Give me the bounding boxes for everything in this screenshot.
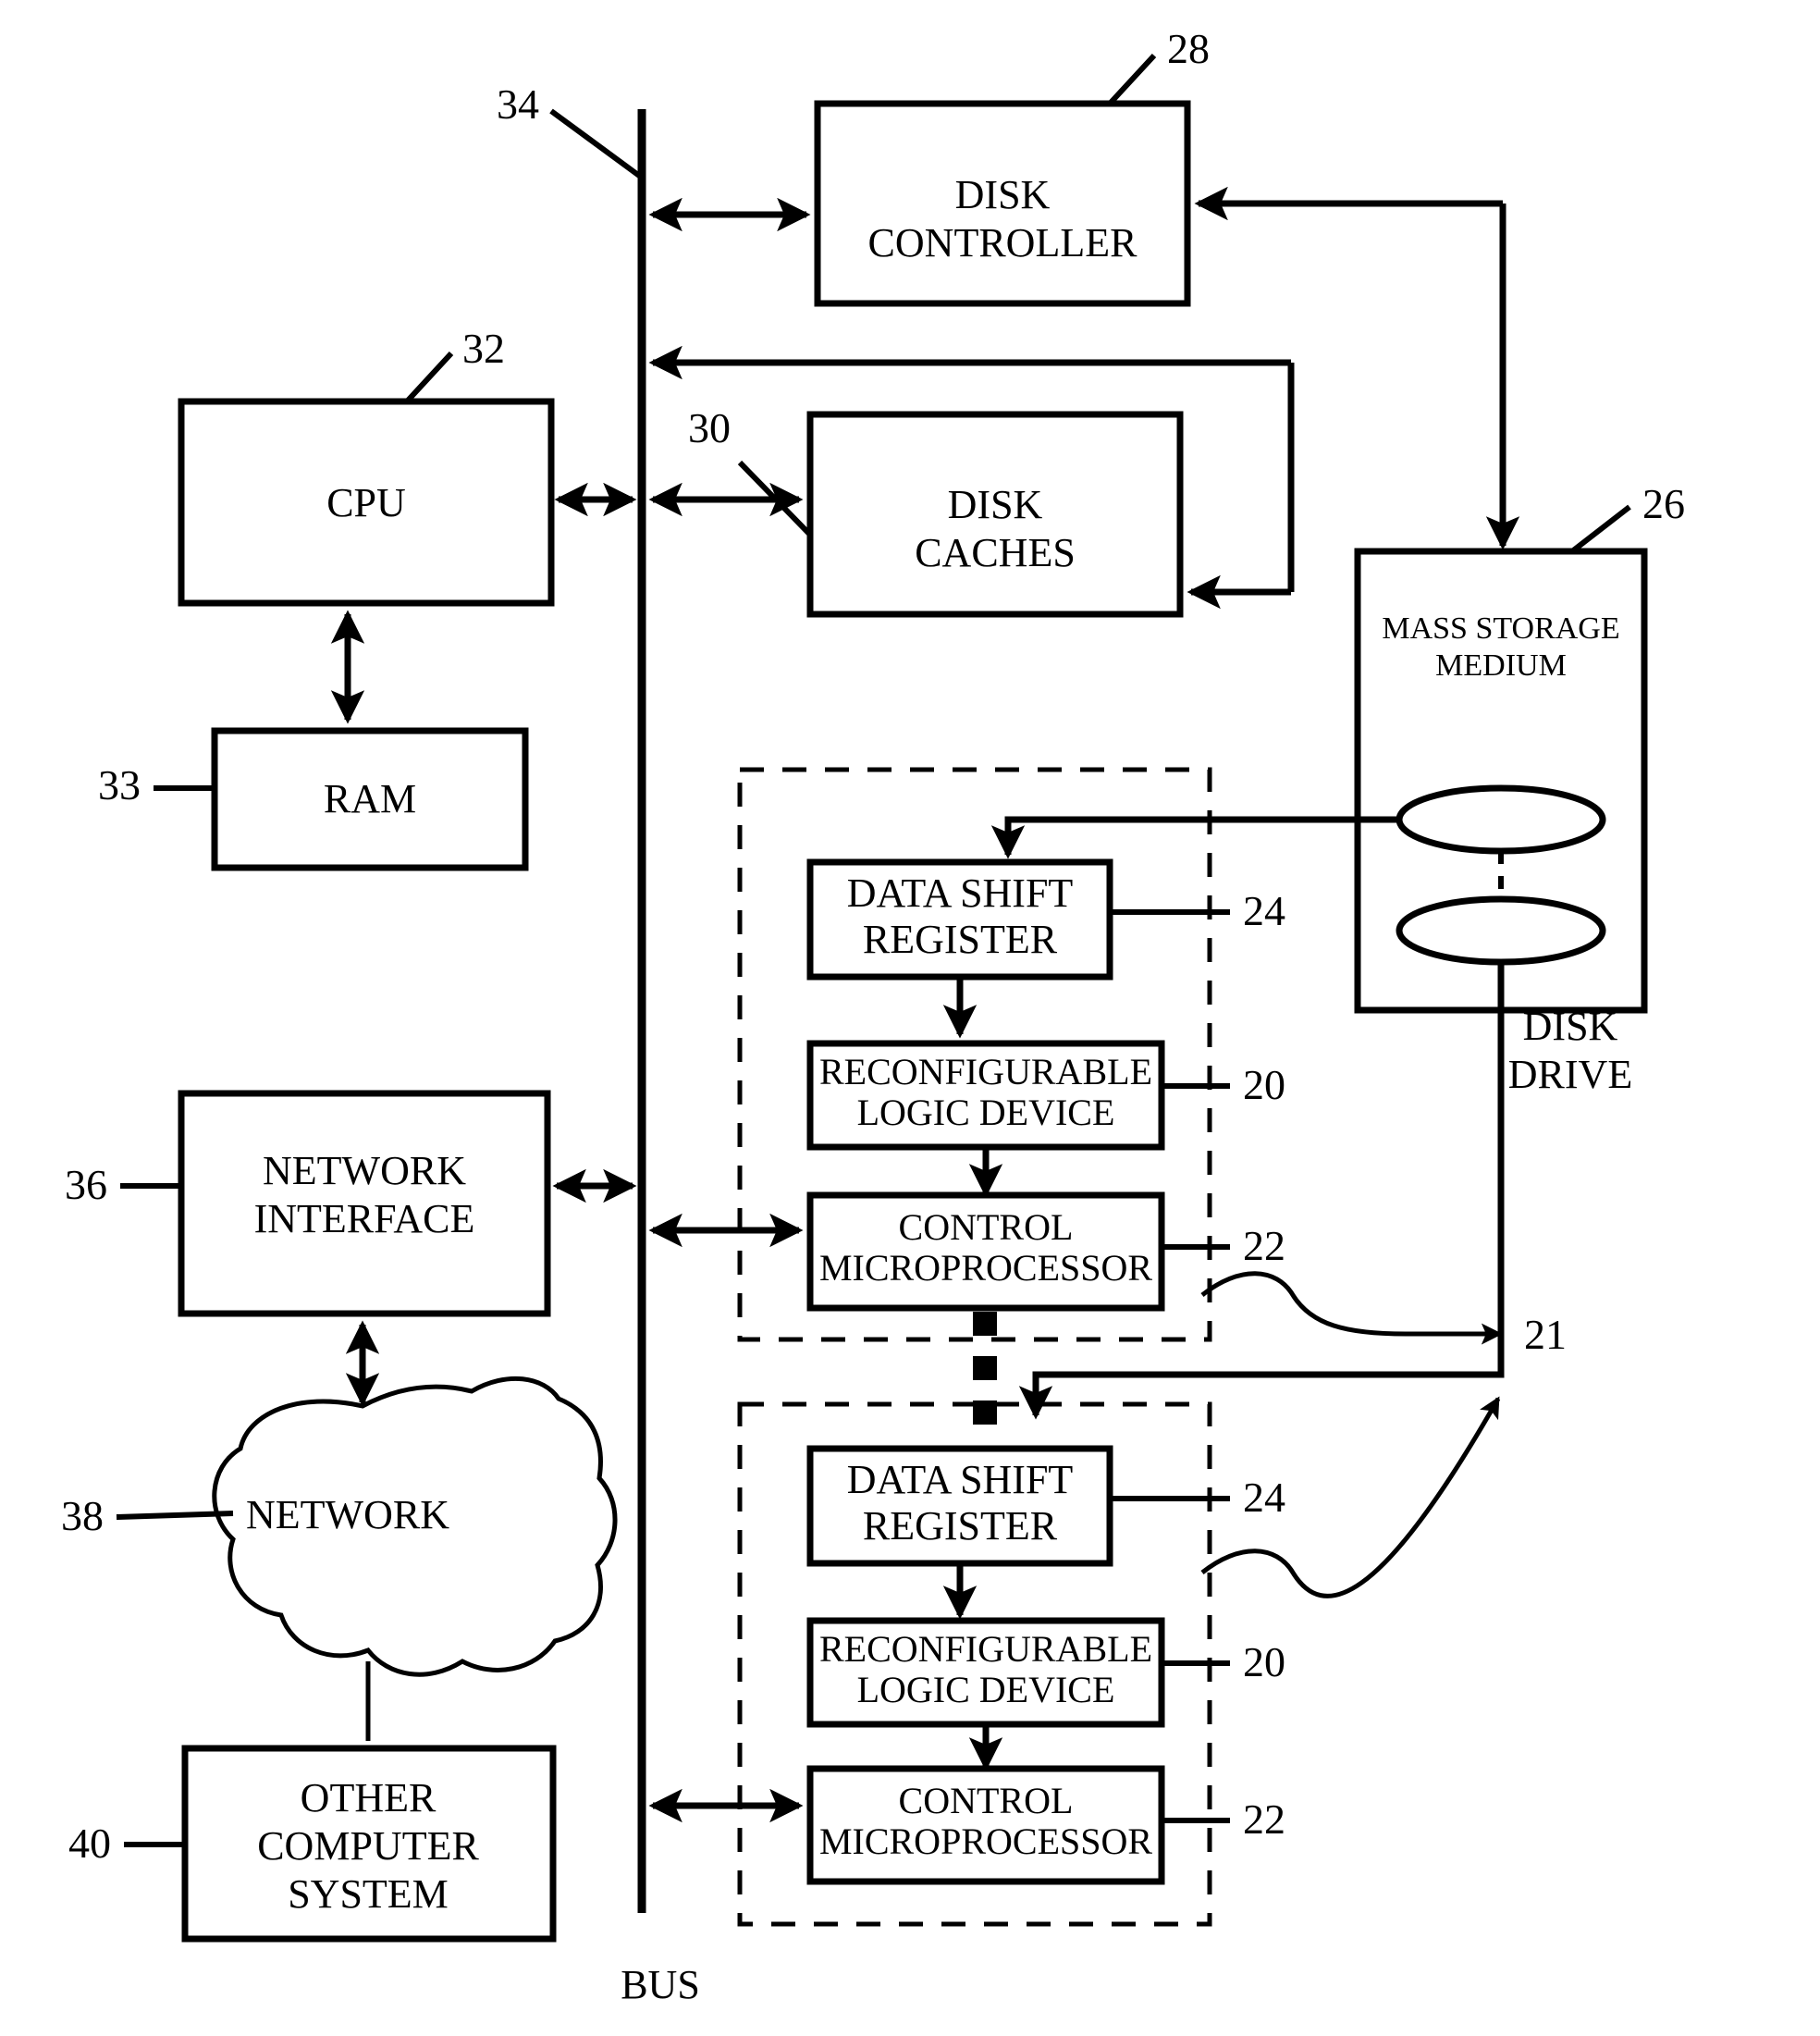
ram-label: RAM: [324, 776, 416, 821]
ref-32: 32: [462, 325, 505, 372]
lower-rld-label-2: LOGIC DEVICE: [857, 1669, 1115, 1710]
upper-ref-20: 20: [1243, 1061, 1285, 1108]
disk-controller-leader-line: [1107, 53, 1157, 106]
patent-figure-page: 34 BUS DISK CONTROLLER 28 CPU 32 RAM 33 …: [0, 0, 1820, 2036]
lower-ref-24: 24: [1243, 1474, 1285, 1521]
ref-36: 36: [65, 1161, 107, 1208]
upper-dsr-label-1: DATA SHIFT: [847, 870, 1074, 916]
disk-controller-label-1: DISK: [955, 172, 1051, 217]
ref-30: 30: [688, 404, 731, 451]
platter-to-upper-dsr-line: [990, 816, 1399, 859]
lower-rld-label-1: RECONFIGURABLE: [819, 1628, 1152, 1670]
module-continuation-dot-2: [973, 1356, 997, 1380]
cpu-leader-line: [404, 351, 454, 404]
upper-rld-label-1: RECONFIGURABLE: [819, 1051, 1152, 1092]
platter-bottom-icon: [1396, 895, 1606, 966]
ref-28: 28: [1167, 25, 1210, 72]
network-interface-label-2: INTERFACE: [254, 1196, 475, 1241]
bus-label: BUS: [621, 1962, 700, 2007]
ref-21: 21: [1524, 1311, 1567, 1358]
upper-ref-22: 22: [1243, 1222, 1285, 1269]
upper-rld-label-2: LOGIC DEVICE: [857, 1092, 1115, 1133]
lower-cmp-label-2: MICROPROCESSOR: [819, 1820, 1152, 1862]
upper-module-brace-21: [1200, 1271, 1503, 1345]
mass-storage-leader-line: [1570, 504, 1631, 554]
bus-leader-line: [549, 108, 644, 180]
lower-dsr-label-2: REGISTER: [863, 1503, 1058, 1549]
block-diagram-canvas: 34 BUS DISK CONTROLLER 28 CPU 32 RAM 33 …: [61, 25, 1685, 2007]
lower-ref-22: 22: [1243, 1795, 1285, 1843]
network-ref-line: [116, 1511, 234, 1520]
upper-cmp-label-2: MICROPROCESSOR: [819, 1247, 1152, 1289]
disk-caches-label-1: DISK: [948, 482, 1043, 527]
ref-33: 33: [98, 761, 141, 808]
lower-ref-20: 20: [1243, 1638, 1285, 1685]
disk-drive-label-1: DISK: [1523, 1004, 1618, 1049]
ref-38: 38: [61, 1492, 104, 1539]
module-continuation-dot-1: [973, 1312, 997, 1336]
lower-dsr-label-1: DATA SHIFT: [847, 1457, 1074, 1502]
upper-ref-24: 24: [1243, 887, 1285, 934]
network-interface-label-1: NETWORK: [263, 1148, 466, 1193]
disk-controller-label-2: CONTROLLER: [868, 220, 1138, 265]
mass-storage-label-1: MASS STORAGE: [1382, 611, 1619, 646]
other-system-label-2: COMPUTER: [257, 1823, 479, 1869]
other-system-label-1: OTHER: [301, 1775, 437, 1820]
other-system-label-3: SYSTEM: [288, 1871, 449, 1917]
network-label: NETWORK: [246, 1492, 449, 1537]
disk-caches-label-2: CACHES: [915, 530, 1076, 575]
platter-top-icon: [1396, 784, 1606, 855]
upper-dsr-label-2: REGISTER: [863, 917, 1058, 962]
cpu-label: CPU: [326, 480, 406, 525]
platter-to-lower-dsr-line: [1018, 962, 1505, 1420]
upper-cmp-label-1: CONTROL: [899, 1206, 1074, 1248]
ref-34: 34: [497, 80, 539, 128]
mass-storage-label-2: MEDIUM: [1435, 648, 1567, 683]
ref-26: 26: [1642, 480, 1685, 527]
lower-cmp-label-1: CONTROL: [899, 1780, 1074, 1821]
ref-40: 40: [68, 1820, 111, 1867]
disk-drive-label-2: DRIVE: [1508, 1052, 1632, 1097]
